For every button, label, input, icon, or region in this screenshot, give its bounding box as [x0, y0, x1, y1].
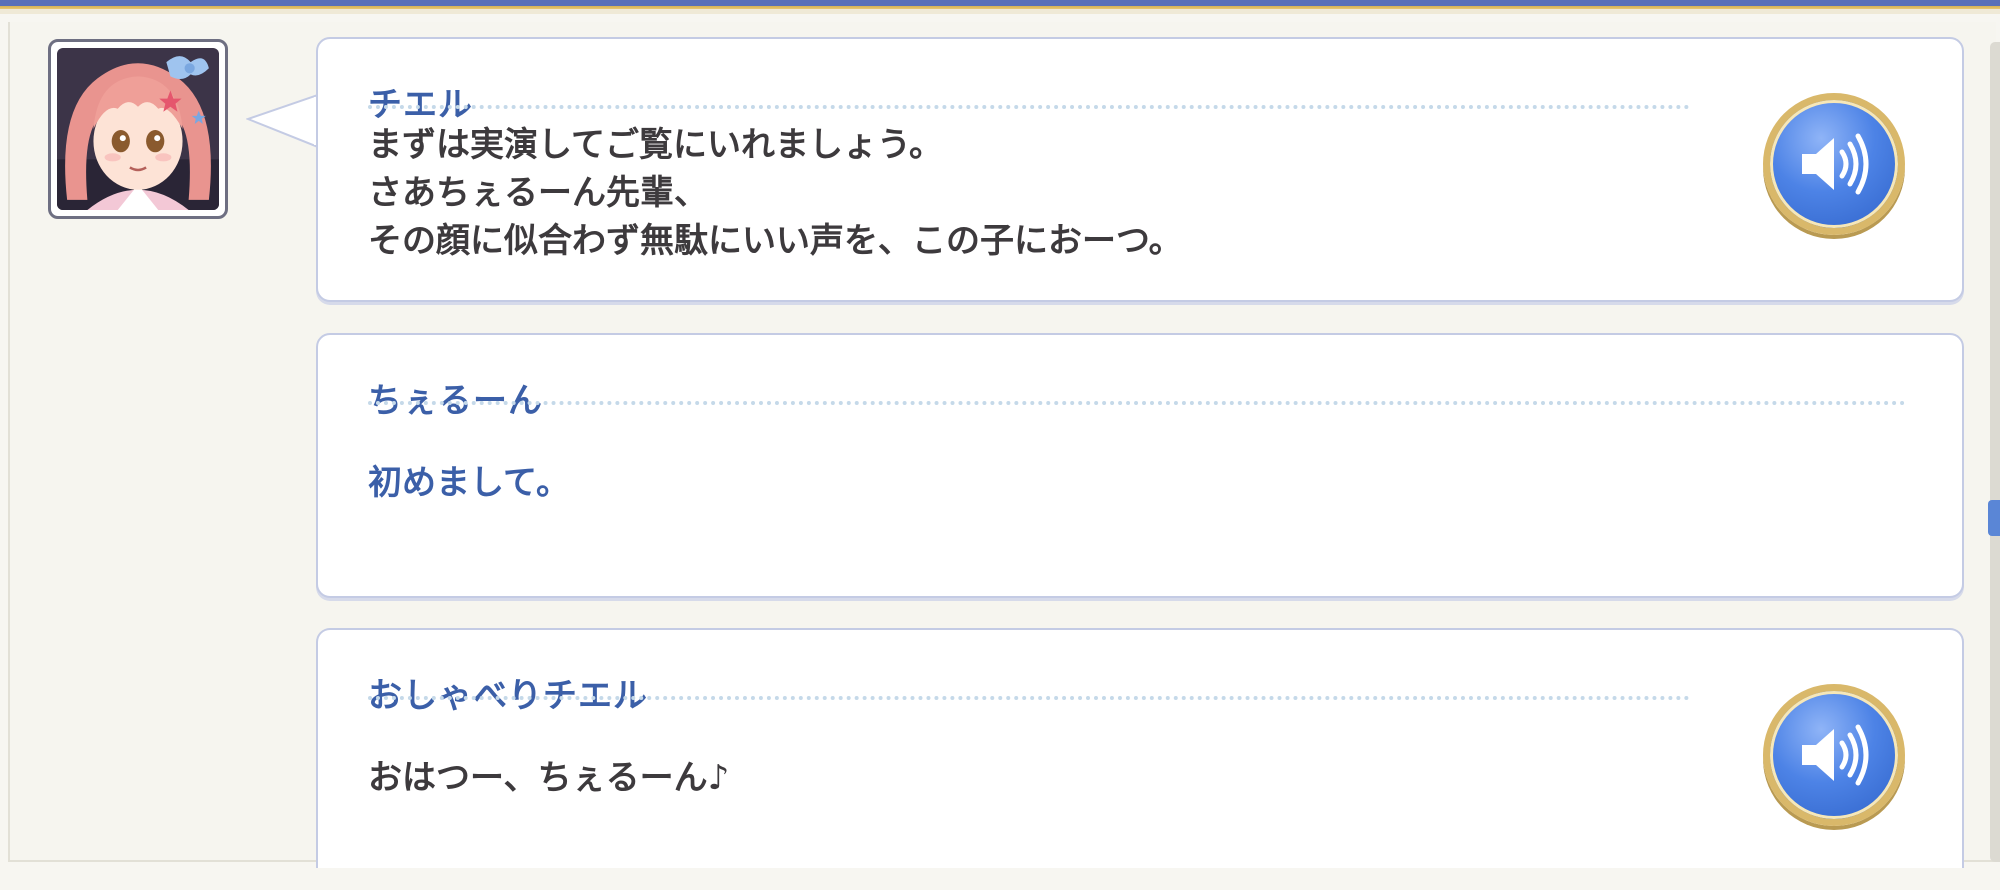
speech-bubble-pointer: [246, 93, 318, 149]
name-divider: [368, 401, 1906, 405]
speaker-name: チエル: [368, 85, 473, 125]
play-voice-button[interactable]: [1763, 684, 1905, 826]
dialogue-text: 初めまして。: [368, 463, 570, 503]
top-border-bar: [0, 0, 2000, 14]
scrollbar-thumb[interactable]: [1988, 500, 2000, 536]
character-portrait-image: [57, 48, 219, 210]
scrollbar-track[interactable]: [1990, 42, 2000, 862]
speaker-avatar: [48, 39, 228, 219]
message-card: ちぇるーん 初めまして。: [316, 333, 1964, 598]
dialogue-text: まずは実演してご覧にいれましょう。 さあちぇるーん先輩、 その顔に似合わず無駄に…: [368, 125, 1183, 261]
message-card: おしゃべりチエル おはつー、ちぇるーん♪: [316, 628, 1964, 868]
speaker-volume-icon: [1802, 724, 1869, 786]
speaker-name: ちぇるーん: [368, 381, 543, 421]
message-card: チエル まずは実演してご覧にいれましょう。 さあちぇるーん先輩、 その顔に似合わ…: [316, 37, 1964, 302]
speaker-volume-icon: [1802, 133, 1869, 195]
dialogue-text: おはつー、ちぇるーん♪: [368, 758, 730, 798]
name-divider: [368, 105, 1690, 109]
speaker-name: おしゃべりチエル: [368, 676, 648, 716]
name-divider: [368, 696, 1690, 700]
play-voice-button[interactable]: [1763, 93, 1905, 235]
